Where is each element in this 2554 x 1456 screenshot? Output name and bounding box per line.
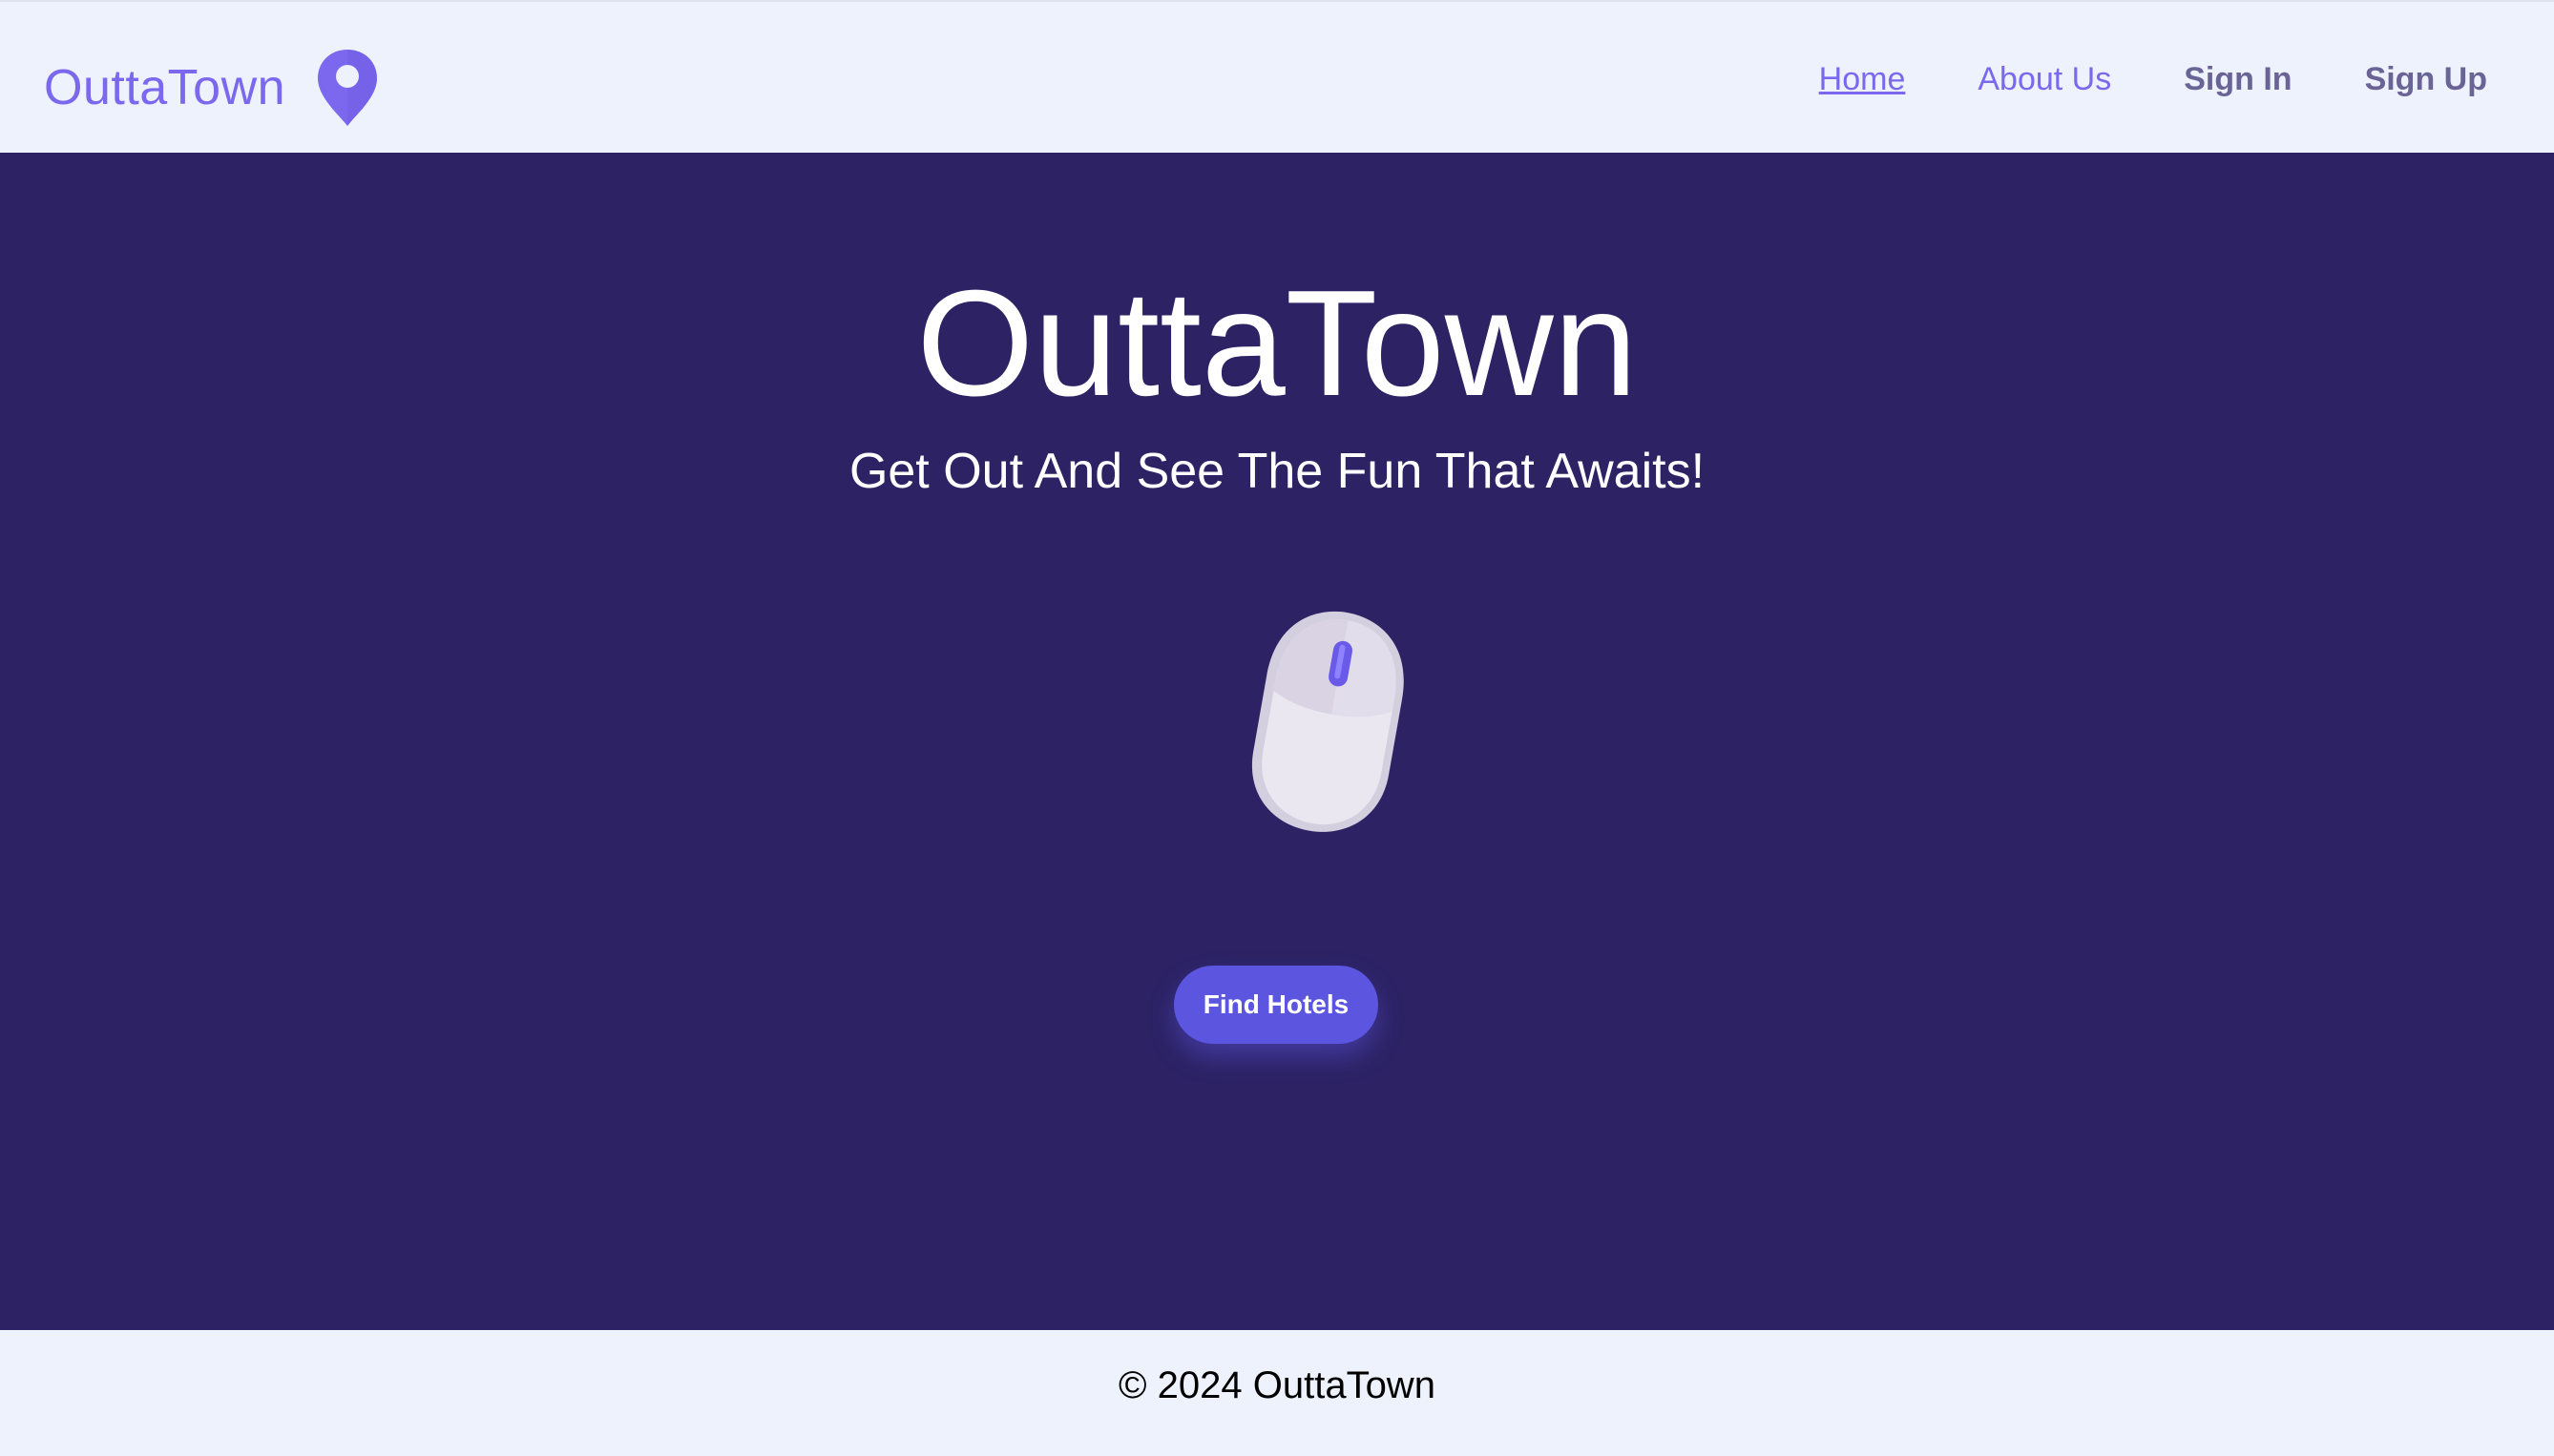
footer-copyright: © 2024 OuttaTown [1119,1364,1435,1406]
nav-home-link[interactable]: Home [1819,55,1906,103]
map-pin-icon [318,50,378,126]
nav-sign-in-link[interactable]: Sign In [2184,55,2292,103]
brand-logo[interactable]: OuttaTown [44,48,379,128]
navbar: OuttaTown Home About Us Sign In Sign Up [0,0,2554,153]
hero-section: OuttaTown Get Out And See The Fun That A… [0,153,2554,1330]
hero-title: OuttaTown [916,260,1638,427]
hero-subtitle: Get Out And See The Fun That Awaits! [848,444,1706,499]
nav-links: Home About Us Sign In Sign Up [1747,55,2487,103]
nav-sign-up-link[interactable]: Sign Up [2365,55,2487,103]
computer-mouse-icon [1252,611,1404,832]
footer: © 2024 OuttaTown [0,1330,2554,1456]
nav-about-link[interactable]: About Us [1978,55,2111,103]
brand-name[interactable]: OuttaTown [44,57,285,118]
find-hotels-button[interactable]: Find Hotels [1174,966,1378,1044]
